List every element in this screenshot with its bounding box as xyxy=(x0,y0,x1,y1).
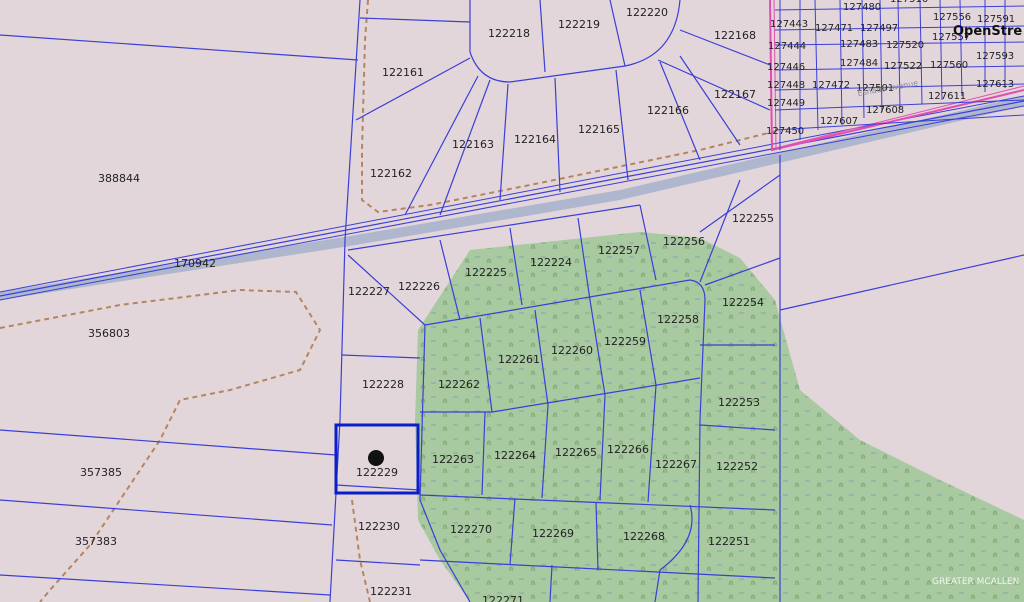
lot-label-127608[interactable]: 127608 xyxy=(866,105,904,116)
parcel-label-122167[interactable]: 122167 xyxy=(714,88,756,101)
parcel-label-356803[interactable]: 356803 xyxy=(88,327,130,340)
parcel-label-122225[interactable]: 122225 xyxy=(465,266,507,279)
lot-label-127471[interactable]: 127471 xyxy=(815,23,853,34)
parcel-label-122253[interactable]: 122253 xyxy=(718,396,760,409)
parcel-label-357383[interactable]: 357383 xyxy=(75,535,117,548)
lot-label-127472[interactable]: 127472 xyxy=(812,80,850,91)
lot-label-127448[interactable]: 127448 xyxy=(767,80,805,91)
lot-label-127484[interactable]: 127484 xyxy=(840,58,878,69)
lot-label-127449[interactable]: 127449 xyxy=(767,98,805,109)
parcel-label-122168[interactable]: 122168 xyxy=(714,29,756,42)
lot-label-127480[interactable]: 127480 xyxy=(843,2,881,13)
parcel-label-122163[interactable]: 122163 xyxy=(452,138,494,151)
parcel-label-122265[interactable]: 122265 xyxy=(555,446,597,459)
parcel-label-122261[interactable]: 122261 xyxy=(498,353,540,366)
parcel-label-122231[interactable]: 122231 xyxy=(370,585,412,598)
parcel-label-122259[interactable]: 122259 xyxy=(604,335,646,348)
parcel-label-122269[interactable]: 122269 xyxy=(532,527,574,540)
parcel-label-122162[interactable]: 122162 xyxy=(370,167,412,180)
lot-label-127450[interactable]: 127450 xyxy=(766,126,804,137)
lot-label-127560[interactable]: 127560 xyxy=(930,60,968,71)
parcel-label-122229[interactable]: 122229 xyxy=(356,466,398,479)
map-canvas[interactable]: 388844 356803 357385 357383 122161 122162 1221… xyxy=(0,0,1024,602)
watermark-logo: GREATER MCALLEN xyxy=(932,577,1019,587)
parcel-label-122255[interactable]: 122255 xyxy=(732,212,774,225)
lot-label-127483[interactable]: 127483 xyxy=(840,39,878,50)
location-dot-icon[interactable] xyxy=(368,450,384,466)
lot-label-127497[interactable]: 127497 xyxy=(860,23,898,34)
parcel-label-122252[interactable]: 122252 xyxy=(716,460,758,473)
parcel-label-122254[interactable]: 122254 xyxy=(722,296,764,309)
lot-label-127444[interactable]: 127444 xyxy=(768,41,806,52)
parcel-label-122226[interactable]: 122226 xyxy=(398,280,440,293)
lot-label-127607[interactable]: 127607 xyxy=(820,116,858,127)
lot-label-127443[interactable]: 127443 xyxy=(770,19,808,30)
parcel-label-122263[interactable]: 122263 xyxy=(432,453,474,466)
parcel-label-122262[interactable]: 122262 xyxy=(438,378,480,391)
parcel-map[interactable]: 388844 356803 357385 357383 122161 122162 1221… xyxy=(0,0,1024,602)
lot-label-127446[interactable]: 127446 xyxy=(767,62,805,73)
lot-label-127520[interactable]: 127520 xyxy=(886,40,924,51)
parcel-label-122257[interactable]: 122257 xyxy=(598,244,640,257)
canal-label: 170942 xyxy=(174,257,216,270)
lot-label-127522[interactable]: 127522 xyxy=(884,61,922,72)
parcel-label-122230[interactable]: 122230 xyxy=(358,520,400,533)
map-attribution[interactable]: OpenStre xyxy=(953,24,1022,39)
parcel-label-122227[interactable]: 122227 xyxy=(348,285,390,298)
parcel-label-122268[interactable]: 122268 xyxy=(623,530,665,543)
parcel-label-122166[interactable]: 122166 xyxy=(647,104,689,117)
parcel-label-388844[interactable]: 388844 xyxy=(98,172,140,185)
parcel-label-122165[interactable]: 122165 xyxy=(578,123,620,136)
parcel-label-122251[interactable]: 122251 xyxy=(708,535,750,548)
parcel-label-122270[interactable]: 122270 xyxy=(450,523,492,536)
parcel-label-122161[interactable]: 122161 xyxy=(382,66,424,79)
parcel-label-122219[interactable]: 122219 xyxy=(558,18,600,31)
parcel-label-122260[interactable]: 122260 xyxy=(551,344,593,357)
parcel-label-122220[interactable]: 122220 xyxy=(626,6,668,19)
lot-label-127556[interactable]: 127556 xyxy=(933,12,971,23)
parcel-label-122258[interactable]: 122258 xyxy=(657,313,699,326)
lot-label-127516[interactable]: 127516 xyxy=(890,0,928,5)
parcel-label-122256[interactable]: 122256 xyxy=(663,235,705,248)
parcel-label-122228[interactable]: 122228 xyxy=(362,378,404,391)
parcel-label-122267[interactable]: 122267 xyxy=(655,458,697,471)
lot-label-127593[interactable]: 127593 xyxy=(976,51,1014,62)
parcel-label-357385[interactable]: 357385 xyxy=(80,466,122,479)
parcel-label-122224[interactable]: 122224 xyxy=(530,256,572,269)
parcel-label-122164[interactable]: 122164 xyxy=(514,133,556,146)
lot-label-127613[interactable]: 127613 xyxy=(976,79,1014,90)
parcel-label-122266[interactable]: 122266 xyxy=(607,443,649,456)
parcel-label-122271[interactable]: 122271 xyxy=(482,594,524,602)
lot-label-127611[interactable]: 127611 xyxy=(928,91,966,102)
parcel-label-122264[interactable]: 122264 xyxy=(494,449,536,462)
parcel-label-122218[interactable]: 122218 xyxy=(488,27,530,40)
street-label: Esnada Avenue xyxy=(857,78,919,98)
